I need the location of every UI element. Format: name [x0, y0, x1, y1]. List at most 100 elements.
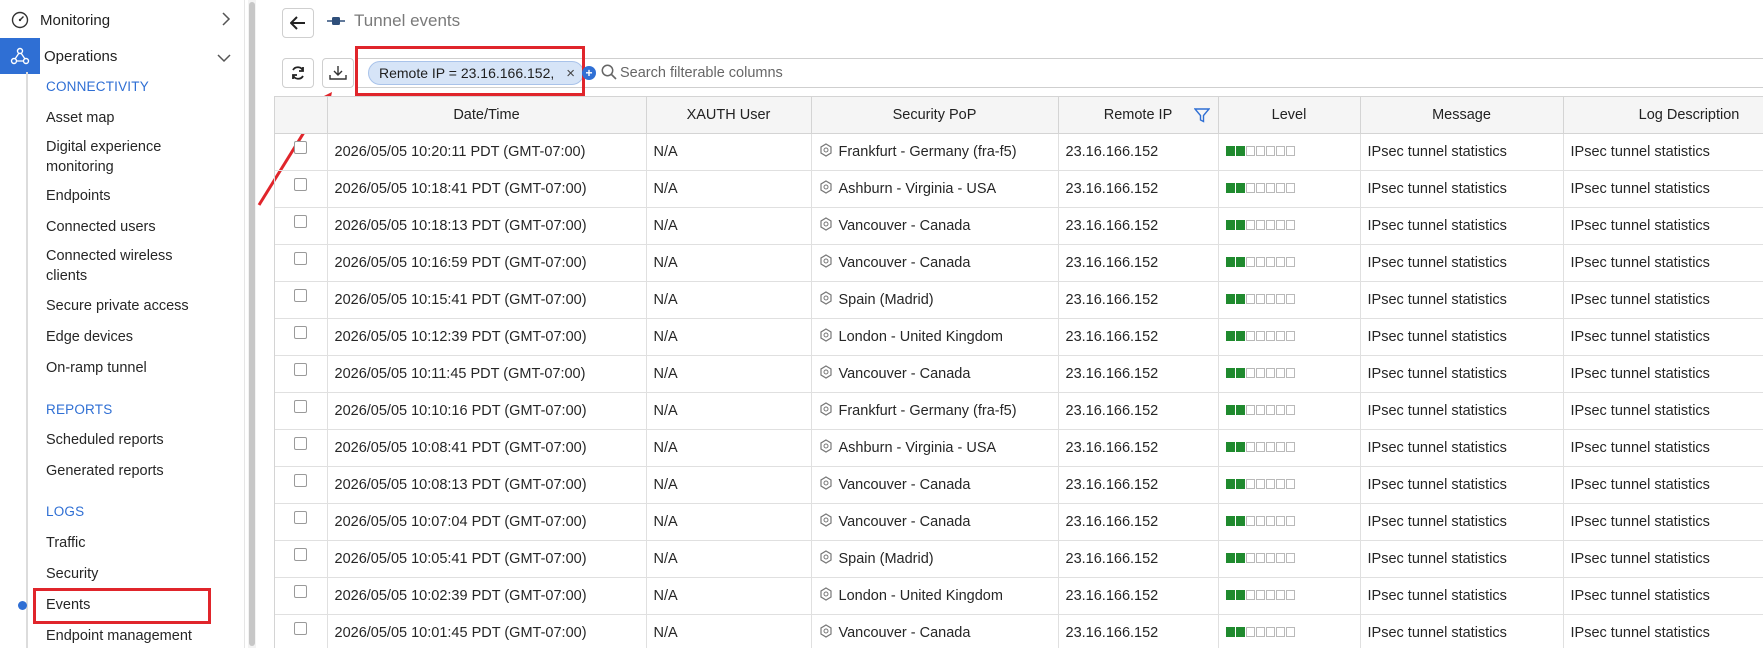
table-row[interactable]: 2026/05/05 10:08:41 PDT (GMT-07:00) N/A As… [275, 429, 1763, 467]
row-checkbox[interactable] [294, 178, 308, 192]
cell-log-description: IPsec tunnel statistics [1563, 614, 1763, 648]
level-segment [1265, 626, 1275, 637]
cell-security-pop: Vancouver - Canada [811, 207, 1059, 245]
gauge-icon [0, 2, 40, 38]
row-checkbox[interactable] [294, 622, 308, 636]
cell-datetime: 2026/05/05 10:01:45 PDT (GMT-07:00) [327, 614, 647, 648]
row-checkbox[interactable] [294, 400, 308, 414]
table-row[interactable]: 2026/05/05 10:10:16 PDT (GMT-07:00) N/A Fr… [275, 392, 1763, 430]
row-checkbox[interactable] [294, 585, 308, 599]
table-row[interactable]: 2026/05/05 10:01:45 PDT (GMT-07:00) N/A Va… [275, 614, 1763, 648]
cell-message: IPsec tunnel statistics [1360, 244, 1564, 282]
level-meter [1225, 219, 1295, 230]
table-row[interactable]: 2026/05/05 10:11:45 PDT (GMT-07:00) N/A Va… [275, 355, 1763, 393]
sidebar-item-on-ramp-tunnel[interactable]: On-ramp tunnel [46, 358, 236, 378]
cell-level [1218, 133, 1361, 171]
level-segment [1265, 330, 1275, 341]
table-header-row: Date/Time XAUTH User Security PoP Remote… [275, 97, 1763, 134]
level-segment [1275, 182, 1285, 193]
row-checkbox[interactable] [294, 215, 308, 229]
network-icon [0, 38, 40, 74]
pop-icon [819, 550, 832, 564]
sidebar-item-endpoint-management[interactable]: Endpoint management [46, 626, 236, 646]
cell-xauth-user: N/A [646, 614, 812, 648]
level-segment [1265, 293, 1275, 304]
tunnel-icon [327, 17, 345, 25]
search-input[interactable] [620, 62, 1220, 84]
cell-remote-ip: 23.16.166.152 [1058, 207, 1219, 245]
level-segment [1225, 219, 1235, 230]
cell-message: IPsec tunnel statistics [1360, 503, 1564, 541]
level-segment [1225, 330, 1235, 341]
col-remote-ip[interactable]: Remote IP [1058, 97, 1219, 134]
cell-datetime: 2026/05/05 10:20:11 PDT (GMT-07:00) [327, 133, 647, 171]
pop-icon [819, 254, 832, 268]
active-indicator [18, 601, 27, 610]
col-xauth-user[interactable]: XAUTH User [646, 97, 812, 134]
cell-remote-ip: 23.16.166.152 [1058, 318, 1219, 356]
nav-operations-label: Operations [44, 47, 118, 65]
cell-remote-ip: 23.16.166.152 [1058, 577, 1219, 615]
table-row[interactable]: 2026/05/05 10:18:13 PDT (GMT-07:00) N/A Va… [275, 207, 1763, 245]
table-row[interactable]: 2026/05/05 10:07:04 PDT (GMT-07:00) N/A Va… [275, 503, 1763, 541]
sidebar-item-edge-devices[interactable]: Edge devices [46, 327, 236, 347]
table-row[interactable]: 2026/05/05 10:05:41 PDT (GMT-07:00) N/A Sp… [275, 540, 1763, 578]
row-select-cell [275, 503, 328, 541]
sidebar-item-wireless-clients[interactable]: Connected wireless clients [46, 246, 196, 286]
col-security-pop[interactable]: Security PoP [811, 97, 1059, 134]
refresh-button[interactable] [282, 58, 314, 88]
level-segment [1225, 293, 1235, 304]
level-segment [1225, 515, 1235, 526]
cell-datetime: 2026/05/05 10:08:13 PDT (GMT-07:00) [327, 466, 647, 504]
level-segment [1275, 219, 1285, 230]
sidebar-item-connected-users[interactable]: Connected users [46, 217, 236, 237]
row-checkbox[interactable] [294, 548, 308, 562]
row-checkbox[interactable] [294, 252, 308, 266]
col-select [275, 97, 328, 134]
level-meter [1225, 589, 1295, 600]
cell-remote-ip: 23.16.166.152 [1058, 281, 1219, 319]
cell-remote-ip: 23.16.166.152 [1058, 466, 1219, 504]
sidebar-item-traffic[interactable]: Traffic [46, 533, 236, 553]
row-checkbox[interactable] [294, 474, 308, 488]
table-row[interactable]: 2026/05/05 10:02:39 PDT (GMT-07:00) N/A Lo… [275, 577, 1763, 615]
sidebar-item-scheduled-reports[interactable]: Scheduled reports [46, 430, 236, 450]
table-row[interactable]: 2026/05/05 10:16:59 PDT (GMT-07:00) N/A Va… [275, 244, 1763, 282]
table-row[interactable]: 2026/05/05 10:12:39 PDT (GMT-07:00) N/A Lo… [275, 318, 1763, 356]
level-segment [1265, 219, 1275, 230]
cell-security-pop: Vancouver - Canada [811, 614, 1059, 648]
sidebar-item-secure-private-access[interactable]: Secure private access [46, 296, 236, 316]
table-row[interactable]: 2026/05/05 10:20:11 PDT (GMT-07:00) N/A Fr… [275, 133, 1763, 171]
row-checkbox[interactable] [294, 363, 308, 377]
nav-operations[interactable]: Operations [0, 38, 245, 74]
table-row[interactable]: 2026/05/05 10:18:41 PDT (GMT-07:00) N/A As… [275, 170, 1763, 208]
chevron-right-icon [221, 12, 231, 30]
filter-icon[interactable] [1193, 108, 1210, 123]
add-filter-icon[interactable]: + [582, 66, 596, 80]
col-message[interactable]: Message [1360, 97, 1564, 134]
table-row[interactable]: 2026/05/05 10:15:41 PDT (GMT-07:00) N/A Sp… [275, 281, 1763, 319]
download-button[interactable] [322, 58, 354, 88]
row-checkbox[interactable] [294, 289, 308, 303]
level-segment [1255, 478, 1265, 489]
row-checkbox[interactable] [294, 437, 308, 451]
sidebar-item-generated-reports[interactable]: Generated reports [46, 461, 236, 481]
sidebar-item-asset-map[interactable]: Asset map [46, 108, 236, 128]
back-button[interactable] [282, 8, 314, 38]
sidebar-item-endpoints[interactable]: Endpoints [46, 186, 236, 206]
row-checkbox[interactable] [294, 511, 308, 525]
col-datetime[interactable]: Date/Time [327, 97, 647, 134]
col-level[interactable]: Level [1218, 97, 1361, 134]
table-row[interactable]: 2026/05/05 10:08:13 PDT (GMT-07:00) N/A Va… [275, 466, 1763, 504]
cell-level [1218, 392, 1361, 430]
col-log-description[interactable]: Log Description [1563, 97, 1763, 134]
level-segment [1235, 367, 1245, 378]
row-checkbox[interactable] [294, 141, 308, 155]
row-checkbox[interactable] [294, 326, 308, 340]
sidebar-item-security[interactable]: Security [46, 564, 236, 584]
nav-monitoring[interactable]: Monitoring [0, 2, 245, 38]
level-meter [1225, 441, 1295, 452]
row-select-cell [275, 614, 328, 648]
sidebar-item-dem[interactable]: Digital experience monitoring [46, 137, 196, 177]
cell-security-pop: Vancouver - Canada [811, 503, 1059, 541]
